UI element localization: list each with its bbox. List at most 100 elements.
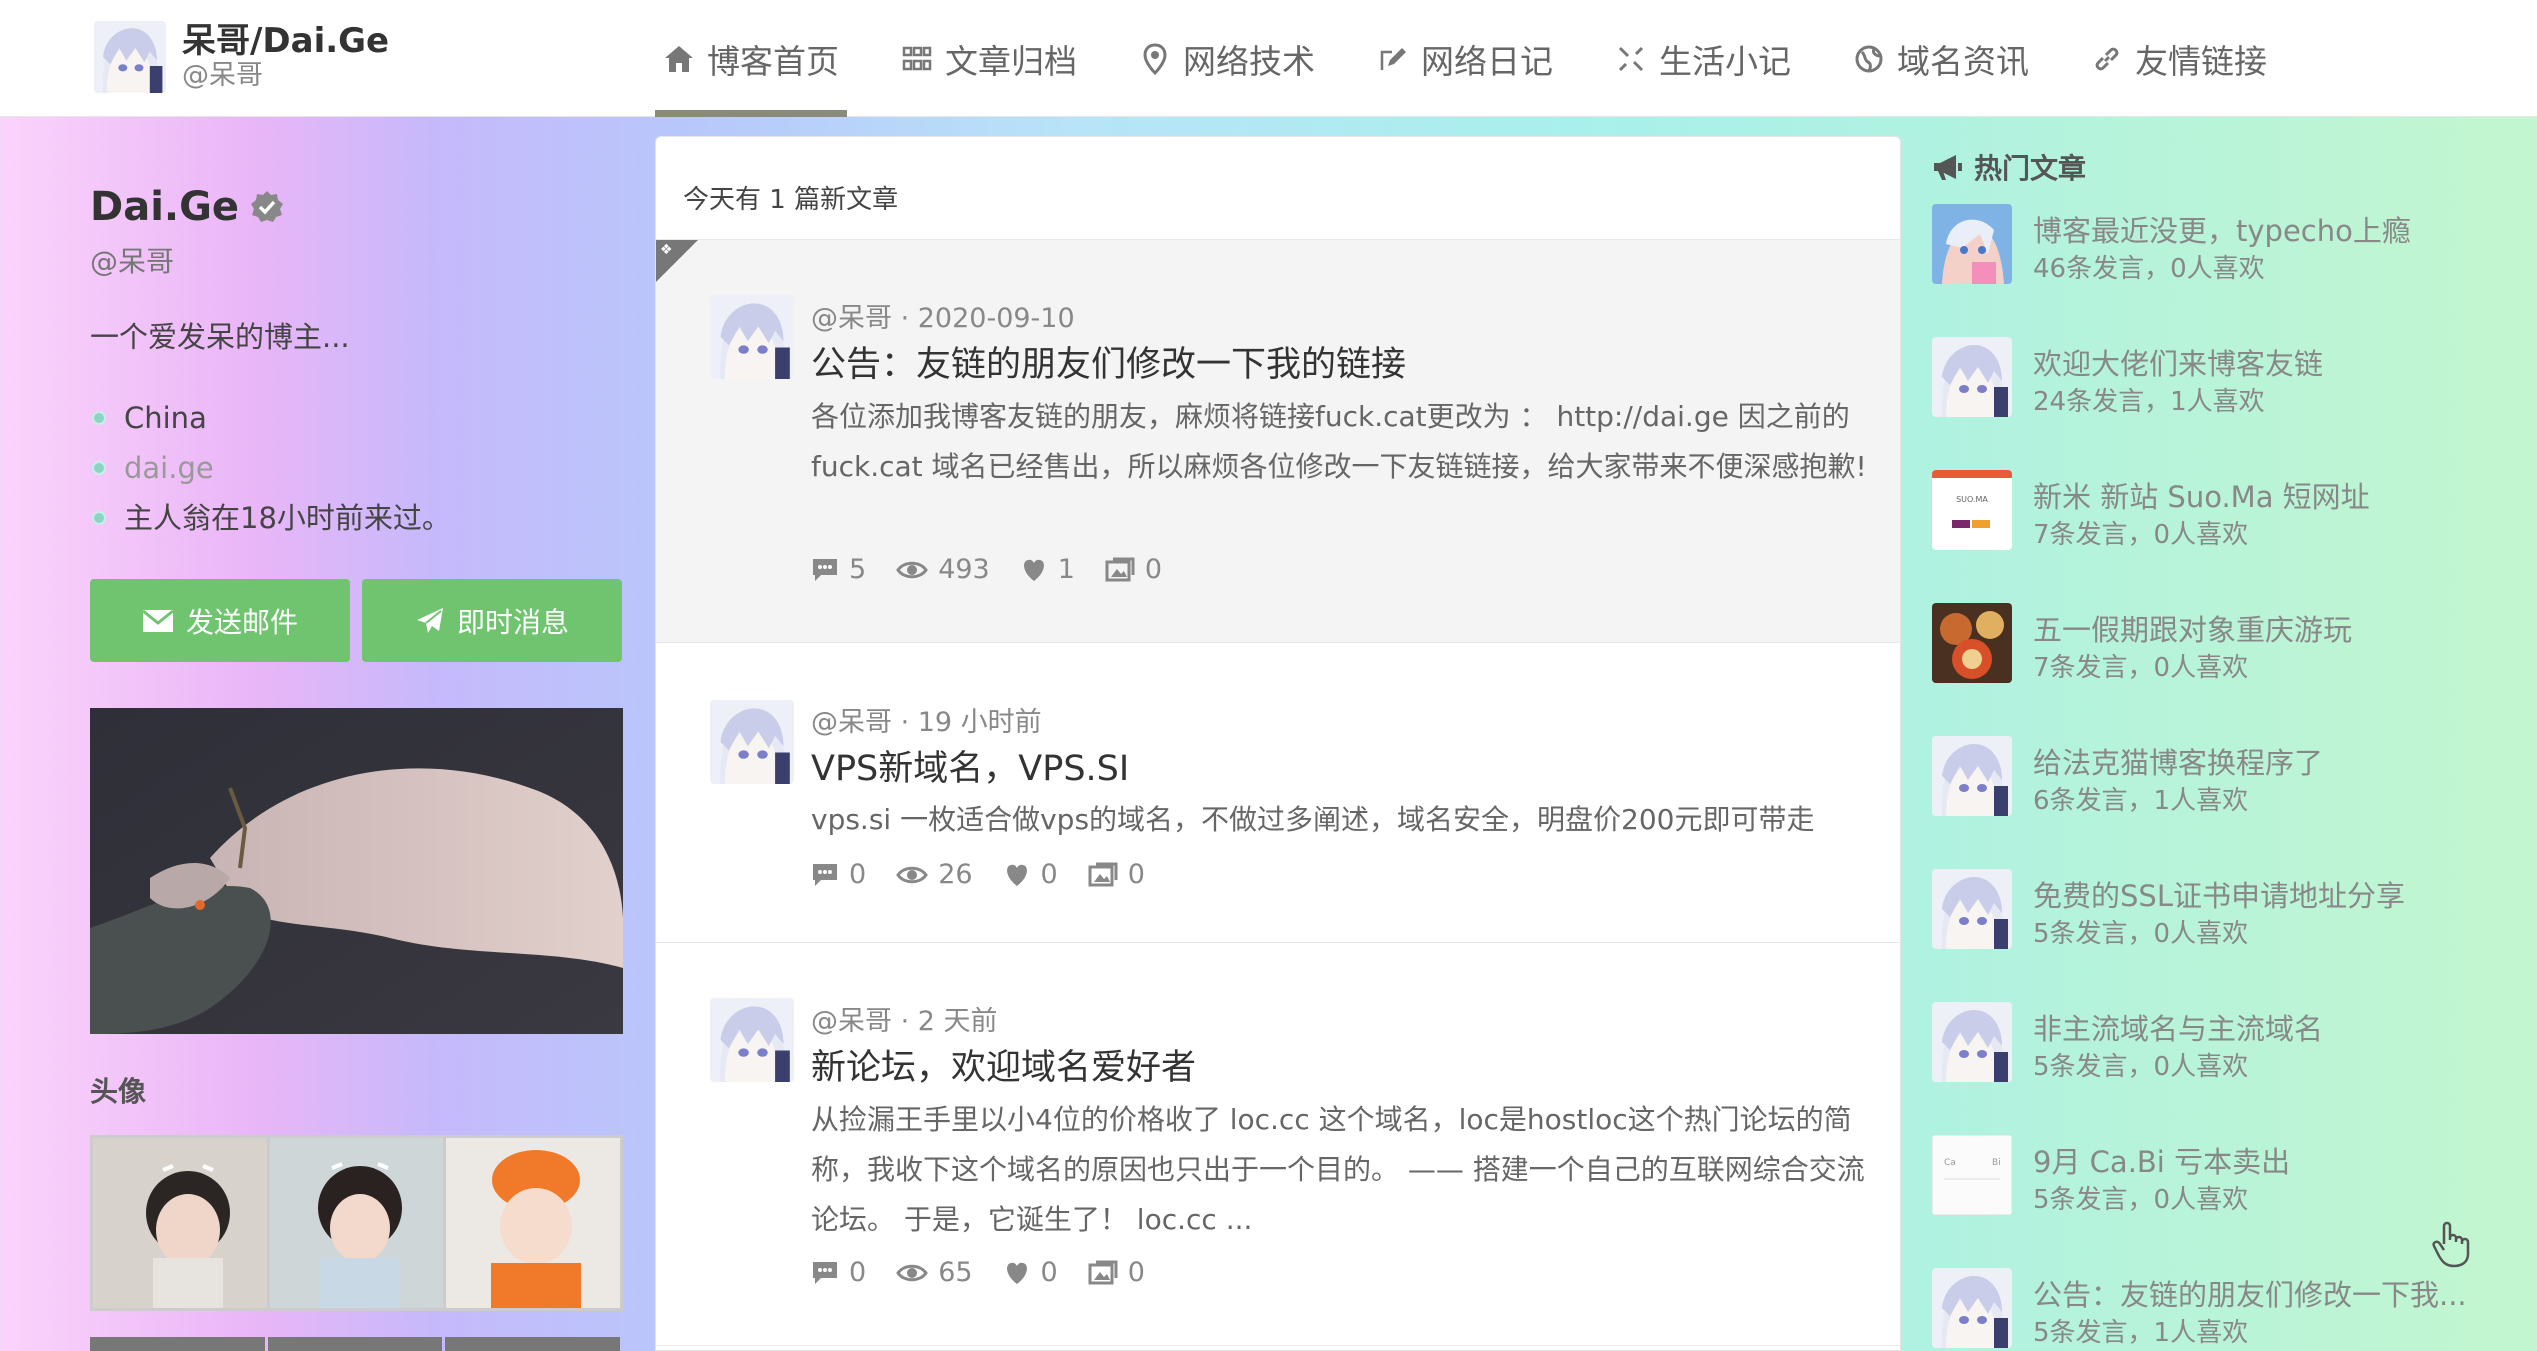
- site-header: 呆哥/Dai.Ge @呆哥 博客首页 文章归档 网络技术 网络日记 生活小记 域…: [0, 0, 2537, 117]
- post-card[interactable]: @呆哥 · 2 天前 新论坛，欢迎域名爱好者 从捡漏王手里以小4位的价格收了 l…: [656, 943, 1900, 1346]
- nav-life[interactable]: 生活小记: [1607, 0, 1799, 117]
- post-title[interactable]: 公告：友链的朋友们修改一下我的链接: [811, 336, 1406, 387]
- comment-icon: [813, 1261, 837, 1284]
- nav-label: 网络技术: [1183, 41, 1315, 81]
- post-card[interactable]: @呆哥 · 19 小时前 VPS新域名，VPS.SI vps.si 一枚适合做v…: [656, 643, 1900, 943]
- hot-post-item[interactable]: 非主流域名与主流域名 5条发言，0人喜欢: [1932, 1002, 2472, 1135]
- svg-text:Bi: Bi: [1992, 1158, 2001, 1168]
- hot-post-item[interactable]: 五一假期跟对象重庆游玩 7条发言，0人喜欢: [1932, 603, 2472, 736]
- author-avatar[interactable]: [710, 998, 794, 1082]
- like-count[interactable]: 0: [1003, 1257, 1058, 1288]
- brand-subtitle: @呆哥: [182, 60, 263, 91]
- last-seen-text: 主人翁在18小时前来过。: [124, 501, 451, 535]
- hot-post-title[interactable]: 五一假期跟对象重庆游玩: [2033, 607, 2352, 649]
- nav-links[interactable]: 友情链接: [2083, 0, 2275, 117]
- gallery-thumb[interactable]: [446, 1138, 621, 1308]
- hot-posts-title-text: 热门文章: [1974, 152, 2087, 185]
- heart-icon: [1006, 864, 1027, 886]
- nav-archive[interactable]: 文章归档: [893, 0, 1085, 117]
- post-meta: @呆哥 · 2020-09-10: [811, 303, 1075, 334]
- hot-post-thumbnail[interactable]: [1932, 1002, 2012, 1082]
- hot-post-thumbnail[interactable]: [1932, 603, 2012, 683]
- gallery-thumb[interactable]: [445, 1337, 621, 1351]
- svg-text:Ca: Ca: [1944, 1158, 1956, 1168]
- hot-post-title[interactable]: 公告：友链的朋友们修改一下我...: [2033, 1272, 2467, 1314]
- brand[interactable]: 呆哥/Dai.Ge @呆哥: [94, 21, 389, 93]
- view-count-value: 493: [938, 554, 990, 585]
- comment-count-value: 0: [849, 859, 867, 890]
- hot-post-item[interactable]: 给法克猫博客换程序了 6条发言，1人喜欢: [1932, 736, 2472, 869]
- profile-website[interactable]: dai.ge: [90, 443, 451, 493]
- nav-label: 友情链接: [2135, 41, 2267, 81]
- hot-post-thumbnail[interactable]: [1932, 1268, 2012, 1348]
- nav-tech[interactable]: 网络技术: [1131, 0, 1323, 117]
- globe-icon: [1853, 43, 1885, 75]
- profile-bio: 一个爱发呆的博主...: [90, 320, 350, 354]
- post-meta: @呆哥 · 19 小时前: [811, 707, 1042, 738]
- profile-handle: @呆哥: [90, 245, 175, 278]
- website-link[interactable]: dai.ge: [124, 443, 214, 493]
- nav-domain[interactable]: 域名资讯: [1845, 0, 2037, 117]
- eye-icon: [896, 866, 928, 883]
- hot-post-title[interactable]: 新米 新站 Suo.Ma 短网址: [2033, 474, 2370, 516]
- eye-icon: [896, 561, 928, 578]
- profile-info: China dai.ge 主人翁在18小时前来过。: [90, 393, 451, 543]
- hot-post-item[interactable]: SUO.MA 新米 新站 Suo.Ma 短网址 7条发言，0人喜欢: [1932, 470, 2472, 603]
- hot-post-title[interactable]: 9月 Ca.Bi 亏本卖出: [2033, 1139, 2290, 1181]
- hot-post-stats: 24条发言，1人喜欢: [2033, 387, 2265, 417]
- hot-post-thumbnail[interactable]: SUO.MA: [1932, 470, 2012, 550]
- hot-post-thumbnail[interactable]: [1932, 869, 2012, 949]
- profile-actions: 发送邮件 即时消息: [90, 579, 634, 662]
- gallery-thumb[interactable]: [267, 1337, 443, 1351]
- like-count[interactable]: 1: [1020, 554, 1075, 585]
- author-avatar[interactable]: [710, 700, 794, 784]
- hot-post-item[interactable]: 欢迎大佬们来博客友链 24条发言，1人喜欢: [1932, 337, 2472, 470]
- image-count: 0: [1088, 859, 1145, 890]
- hot-post-stats: 5条发言，1人喜欢: [2033, 1318, 2249, 1348]
- hot-post-item[interactable]: 免费的SSL证书申请地址分享 5条发言，0人喜欢: [1932, 869, 2472, 1002]
- hot-post-title[interactable]: 给法克猫博客换程序了: [2033, 740, 2323, 782]
- hot-post-item[interactable]: Ca Bi 9月 Ca.Bi 亏本卖出 5条发言，0人喜欢: [1932, 1135, 2472, 1268]
- heart-icon: [1023, 559, 1044, 581]
- gallery-thumb[interactable]: [90, 1337, 265, 1351]
- hot-post-title[interactable]: 欢迎大佬们来博客友链: [2033, 341, 2323, 383]
- brand-avatar[interactable]: [94, 21, 166, 93]
- hot-post-item[interactable]: 公告：友链的朋友们修改一下我... 5条发言，1人喜欢: [1932, 1268, 2472, 1351]
- author-avatar[interactable]: [710, 295, 794, 379]
- view-count: 26: [896, 859, 973, 890]
- hot-post-thumbnail[interactable]: [1932, 736, 2012, 816]
- hot-post-title[interactable]: 博客最近没更，typecho上瘾: [2033, 208, 2411, 250]
- hand-pointer-icon: [2428, 1218, 2480, 1274]
- image-count: 0: [1105, 554, 1162, 585]
- like-count-value: 0: [1040, 859, 1058, 890]
- image-icon: [1088, 1260, 1118, 1284]
- verified-icon: [251, 191, 284, 222]
- post-title[interactable]: VPS新域名，VPS.SI: [811, 740, 1129, 791]
- comment-count: 0: [811, 1257, 866, 1288]
- grid-icon: [901, 43, 933, 75]
- nav-home[interactable]: 博客首页: [655, 0, 847, 117]
- like-count[interactable]: 0: [1003, 859, 1058, 890]
- hot-post-stats: 6条发言，1人喜欢: [2033, 786, 2249, 816]
- nav-diary[interactable]: 网络日记: [1369, 0, 1561, 117]
- view-count: 493: [896, 554, 990, 585]
- profile-name: Dai.Ge: [90, 184, 285, 230]
- gallery-thumb[interactable]: [93, 1138, 267, 1308]
- gallery-thumb[interactable]: [269, 1138, 444, 1308]
- send-email-button[interactable]: 发送邮件: [90, 579, 350, 662]
- brand-title[interactable]: 呆哥/Dai.Ge: [182, 22, 389, 60]
- hot-post-item[interactable]: 博客最近没更，typecho上瘾 46条发言，0人喜欢: [1932, 204, 2472, 337]
- hot-post-title[interactable]: 免费的SSL证书申请地址分享: [2033, 873, 2405, 915]
- hot-post-thumbnail[interactable]: [1932, 337, 2012, 417]
- hot-post-thumbnail[interactable]: [1932, 204, 2012, 284]
- edit-icon: [1377, 43, 1409, 75]
- comment-count-value: 0: [849, 1257, 867, 1288]
- post-title[interactable]: 新论坛，欢迎域名爱好者: [811, 1039, 1196, 1090]
- hot-post-thumbnail[interactable]: Ca Bi: [1932, 1135, 2012, 1215]
- nav-label: 生活小记: [1659, 41, 1791, 81]
- hot-post-title[interactable]: 非主流域名与主流域名: [2033, 1006, 2323, 1048]
- instant-message-button[interactable]: 即时消息: [362, 579, 622, 662]
- post-card[interactable]: ❖ @呆哥 · 2020-09-10 公告：友链的朋友们修改一下我的链接 各位添…: [656, 240, 1900, 643]
- featured-image[interactable]: [90, 708, 623, 1034]
- megaphone-icon: [1934, 155, 1962, 180]
